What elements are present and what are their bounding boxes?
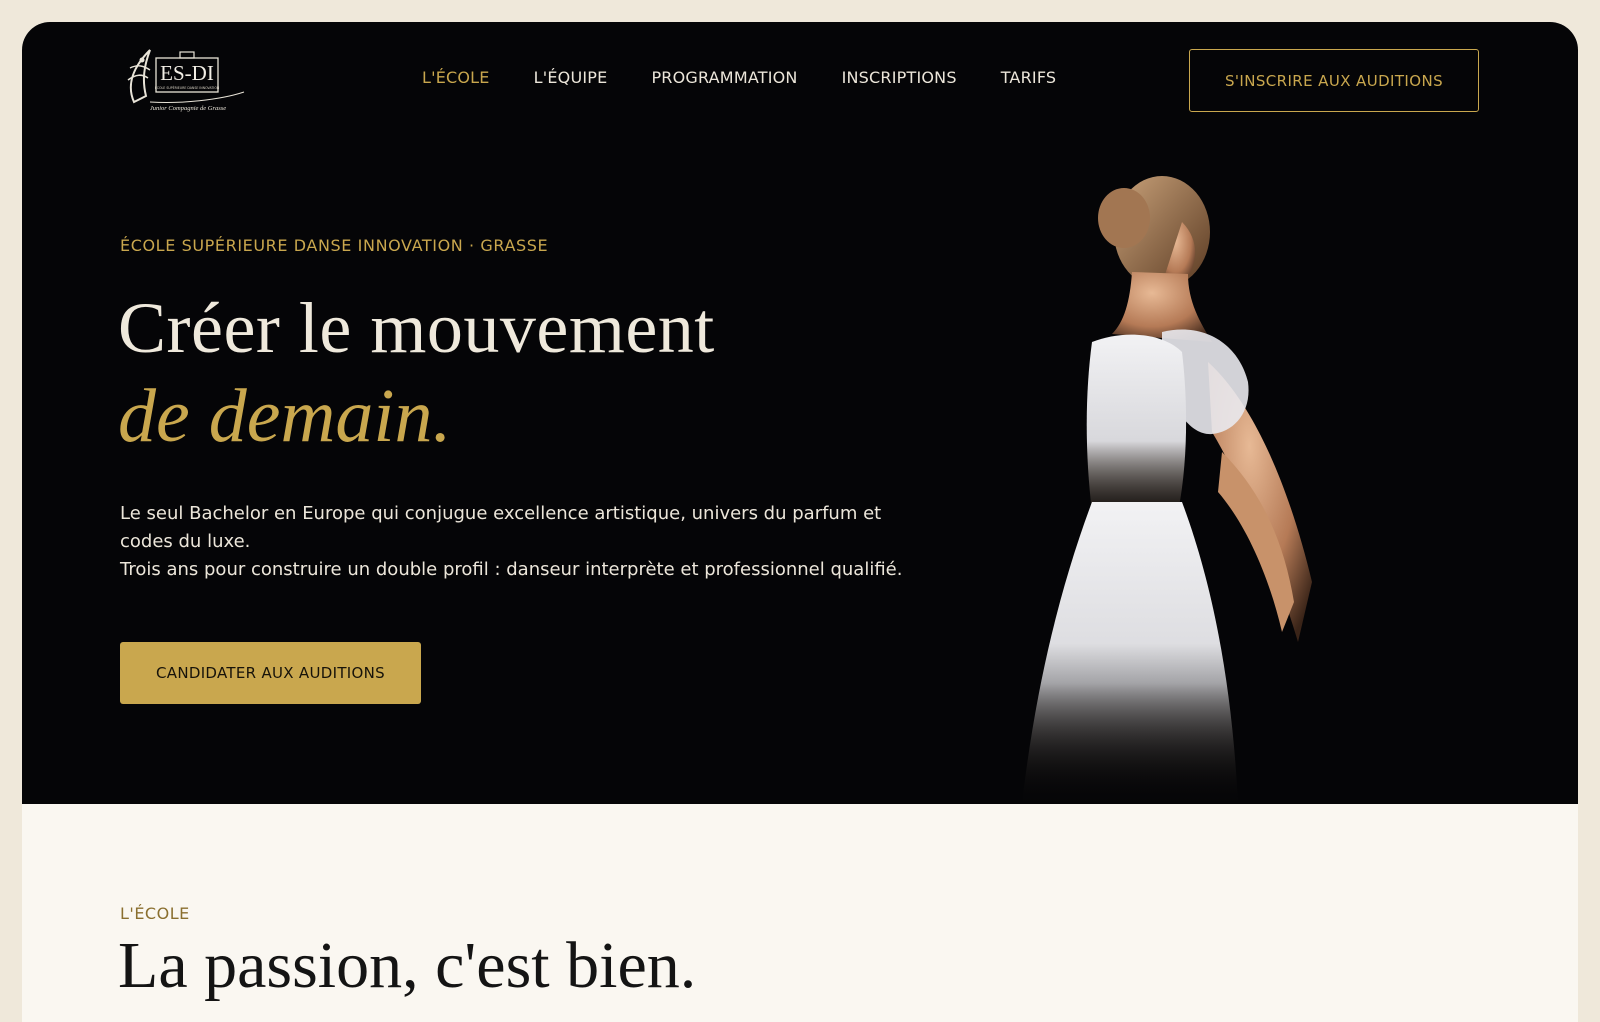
site-logo[interactable]: ES-DI ÉCOLE SUPÉRIEURE DANSE INNOVATION …: [120, 44, 250, 116]
logo-emblem-icon: ES-DI ÉCOLE SUPÉRIEURE DANSE INNOVATION …: [127, 49, 245, 112]
nav-item-tarifs[interactable]: TARIFS: [1001, 68, 1057, 87]
school-section: L'ÉCOLE La passion, c'est bien.: [22, 804, 1578, 1022]
nav-item-inscriptions[interactable]: INSCRIPTIONS: [842, 68, 957, 87]
nav-item-ecole[interactable]: L'ÉCOLE: [422, 68, 490, 87]
dancer-photo: [1012, 162, 1372, 804]
hero-section: ES-DI ÉCOLE SUPÉRIEURE DANSE INNOVATION …: [22, 22, 1578, 804]
logo-tagline-text: ÉCOLE SUPÉRIEURE DANSE INNOVATION: [155, 85, 220, 90]
hero-headline: Créer le mouvement de demain.: [118, 284, 715, 460]
main-nav: L'ÉCOLE L'ÉQUIPE PROGRAMMATION INSCRIPTI…: [422, 68, 1100, 87]
logo-subtitle-text: Junior Compagnie de Grasse: [150, 105, 226, 112]
hero-title-line-2: de demain.: [118, 374, 452, 458]
audition-signup-button[interactable]: S'INSCRIRE AUX AUDITIONS: [1189, 49, 1479, 112]
hero-eyebrow: ÉCOLE SUPÉRIEURE DANSE INNOVATION · GRAS…: [120, 236, 549, 255]
nav-item-equipe[interactable]: L'ÉQUIPE: [534, 68, 608, 87]
page-frame: ES-DI ÉCOLE SUPÉRIEURE DANSE INNOVATION …: [22, 22, 1578, 1022]
hero-title-line-1: Créer le mouvement: [118, 288, 715, 368]
school-section-eyebrow: L'ÉCOLE: [120, 904, 190, 923]
nav-item-programmation[interactable]: PROGRAMMATION: [651, 68, 797, 87]
hero-paragraph-2: Trois ans pour construire un double prof…: [120, 559, 903, 580]
hero-description: Le seul Bachelor en Europe qui conjugue …: [120, 500, 920, 584]
apply-auditions-button[interactable]: CANDIDATER AUX AUDITIONS: [120, 642, 421, 704]
logo-mark-text: ES-DI: [160, 61, 214, 85]
hero-paragraph-1: Le seul Bachelor en Europe qui conjugue …: [120, 503, 882, 552]
school-section-title: La passion, c'est bien.: [118, 929, 697, 1002]
